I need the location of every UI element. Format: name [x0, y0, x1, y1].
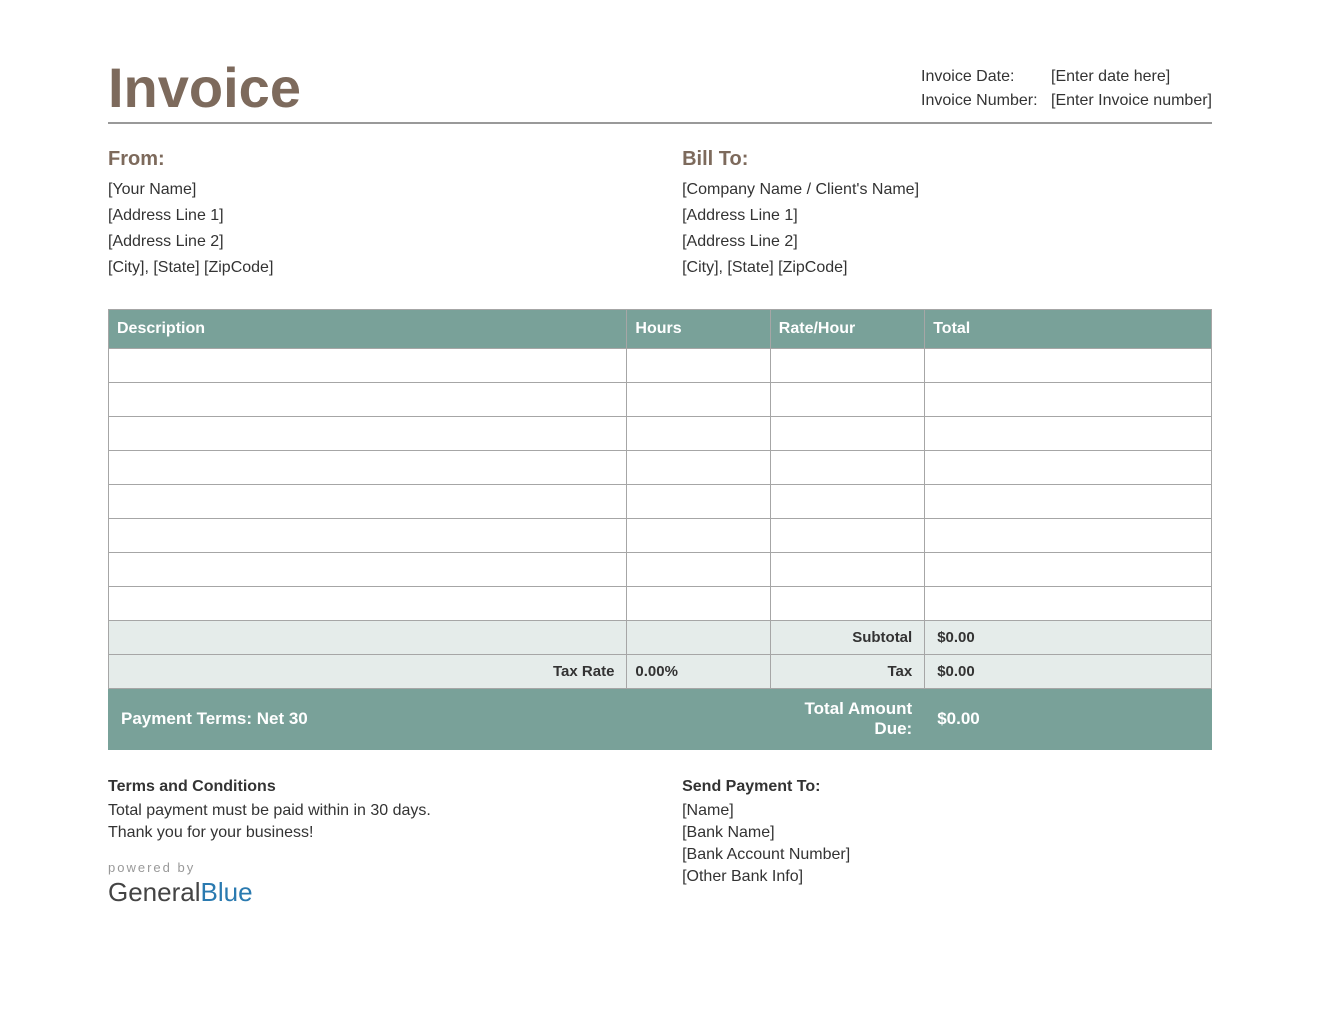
table-cell[interactable] — [925, 485, 1212, 519]
billto-line[interactable]: [Address Line 1] — [682, 207, 1212, 225]
table-cell[interactable] — [109, 553, 627, 587]
brand-general: General — [108, 877, 201, 907]
table-cell[interactable] — [627, 349, 770, 383]
table-row — [109, 349, 1212, 383]
from-line[interactable]: [Address Line 1] — [108, 207, 638, 225]
table-cell[interactable] — [925, 383, 1212, 417]
from-line[interactable]: [Address Line 2] — [108, 233, 638, 251]
from-heading: From: — [108, 148, 638, 171]
table-cell[interactable] — [925, 587, 1212, 621]
table-cell[interactable] — [770, 383, 924, 417]
invoice-number-value[interactable]: [Enter Invoice number] — [1051, 92, 1212, 110]
table-cell[interactable] — [925, 519, 1212, 553]
invoice-date-value[interactable]: [Enter date here] — [1051, 68, 1170, 86]
table-cell[interactable] — [109, 519, 627, 553]
invoice-date-label: Invoice Date: — [921, 68, 1051, 86]
brand-blue: Blue — [201, 877, 253, 907]
invoice-title: Invoice — [108, 60, 301, 116]
table-cell[interactable] — [770, 587, 924, 621]
terms-line: Thank you for your business! — [108, 824, 638, 842]
subtotal-label: Subtotal — [770, 621, 924, 655]
powered-by: powered by GeneralBlue — [108, 860, 638, 908]
table-cell[interactable] — [770, 451, 924, 485]
table-cell[interactable] — [925, 553, 1212, 587]
table-cell[interactable] — [109, 417, 627, 451]
table-cell[interactable] — [109, 587, 627, 621]
terms-heading: Terms and Conditions — [108, 778, 638, 796]
table-cell[interactable] — [627, 519, 770, 553]
payto-line[interactable]: [Bank Account Number] — [682, 846, 1212, 864]
table-cell[interactable] — [925, 349, 1212, 383]
th-hours: Hours — [627, 310, 770, 349]
table-row — [109, 587, 1212, 621]
payto-section: Send Payment To: [Name] [Bank Name] [Ban… — [682, 778, 1212, 908]
billto-section: Bill To: [Company Name / Client's Name] … — [682, 148, 1212, 285]
table-cell[interactable] — [925, 451, 1212, 485]
brand-logo: GeneralBlue — [108, 877, 638, 908]
line-items-table: Description Hours Rate/Hour Total Subtot… — [108, 309, 1212, 750]
table-cell[interactable] — [109, 349, 627, 383]
invoice-header: Invoice Invoice Date: [Enter date here] … — [108, 60, 1212, 124]
terms-line: Total payment must be paid within in 30 … — [108, 802, 638, 820]
table-cell[interactable] — [627, 451, 770, 485]
table-cell[interactable] — [770, 417, 924, 451]
th-rate: Rate/Hour — [770, 310, 924, 349]
table-row — [109, 451, 1212, 485]
table-row — [109, 519, 1212, 553]
powered-by-label: powered by — [108, 860, 638, 875]
subtotal-value: $0.00 — [925, 621, 1212, 655]
table-cell[interactable] — [627, 383, 770, 417]
terms-section: Terms and Conditions Total payment must … — [108, 778, 638, 908]
table-cell[interactable] — [109, 485, 627, 519]
invoice-meta: Invoice Date: [Enter date here] Invoice … — [921, 68, 1212, 116]
from-line[interactable]: [Your Name] — [108, 181, 638, 199]
table-cell[interactable] — [770, 349, 924, 383]
from-line[interactable]: [City], [State] [ZipCode] — [108, 259, 638, 277]
payto-line[interactable]: [Bank Name] — [682, 824, 1212, 842]
tax-value: $0.00 — [925, 655, 1212, 689]
th-description: Description — [109, 310, 627, 349]
taxrate-value[interactable]: 0.00% — [627, 655, 770, 689]
from-section: From: [Your Name] [Address Line 1] [Addr… — [108, 148, 638, 285]
table-cell[interactable] — [627, 485, 770, 519]
invoice-number-label: Invoice Number: — [921, 92, 1051, 110]
payment-terms: Payment Terms: Net 30 — [109, 689, 771, 750]
table-row — [109, 485, 1212, 519]
tax-label: Tax — [770, 655, 924, 689]
table-cell[interactable] — [109, 451, 627, 485]
table-cell[interactable] — [109, 383, 627, 417]
payto-line[interactable]: [Name] — [682, 802, 1212, 820]
taxrate-label: Tax Rate — [109, 655, 627, 689]
billto-line[interactable]: [Company Name / Client's Name] — [682, 181, 1212, 199]
table-cell[interactable] — [925, 417, 1212, 451]
table-cell[interactable] — [627, 587, 770, 621]
total-due-label: Total Amount Due: — [770, 689, 924, 750]
summary-blank — [109, 621, 627, 655]
th-total: Total — [925, 310, 1212, 349]
table-row — [109, 417, 1212, 451]
table-cell[interactable] — [770, 553, 924, 587]
table-cell[interactable] — [770, 485, 924, 519]
billto-heading: Bill To: — [682, 148, 1212, 171]
table-row — [109, 383, 1212, 417]
summary-blank — [627, 621, 770, 655]
table-cell[interactable] — [627, 553, 770, 587]
billto-line[interactable]: [City], [State] [ZipCode] — [682, 259, 1212, 277]
total-due-value: $0.00 — [925, 689, 1212, 750]
table-cell[interactable] — [770, 519, 924, 553]
payto-heading: Send Payment To: — [682, 778, 1212, 796]
table-row — [109, 553, 1212, 587]
payto-line[interactable]: [Other Bank Info] — [682, 868, 1212, 886]
billto-line[interactable]: [Address Line 2] — [682, 233, 1212, 251]
table-cell[interactable] — [627, 417, 770, 451]
